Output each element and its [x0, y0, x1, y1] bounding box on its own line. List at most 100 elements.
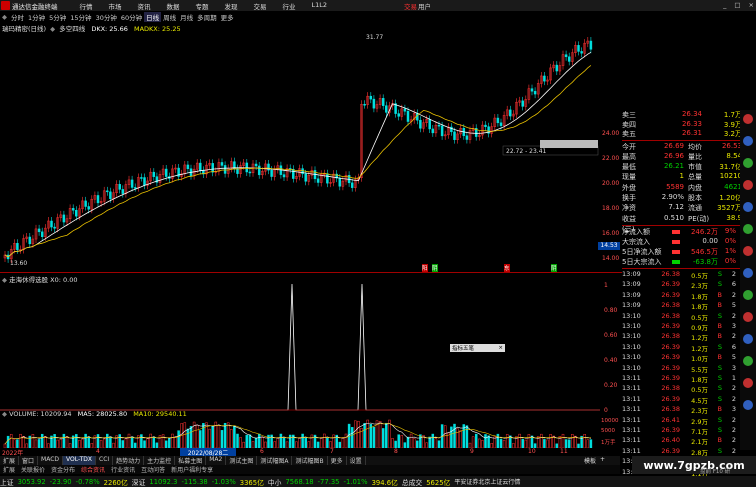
info-tab[interactable]: 行业资讯 — [108, 465, 138, 474]
info-tab[interactable]: 新用户福利专享 — [168, 465, 216, 474]
menu-item[interactable]: 数据 — [159, 1, 188, 11]
period-tab[interactable]: 5分钟 — [47, 12, 68, 22]
signal-marker: 阴 — [551, 264, 557, 272]
toolbar-icon[interactable] — [743, 290, 753, 300]
tick-count: 5 — [731, 353, 736, 362]
menu-item[interactable]: L1L2 — [304, 1, 336, 11]
volume-bar — [124, 438, 128, 448]
candle — [304, 173, 307, 182]
volume-chart[interactable] — [0, 418, 600, 448]
info-tab[interactable]: 资金分布 — [48, 465, 78, 474]
indicator-tab[interactable]: MA2 — [206, 456, 227, 465]
toolbar-icon[interactable] — [743, 180, 753, 190]
period-tab[interactable]: 多周期 — [195, 12, 219, 22]
toolbar-icon[interactable] — [743, 158, 753, 168]
volume-bar — [416, 440, 419, 448]
toolbar-icon[interactable] — [743, 246, 753, 256]
indicator-tab[interactable]: 测试主图 — [226, 456, 258, 465]
info-tab[interactable]: 综合资讯 — [78, 465, 108, 474]
tick-volume: 1.0万 — [691, 355, 708, 364]
toolbar-icon[interactable] — [743, 202, 753, 212]
menu-item[interactable]: 专题 — [188, 1, 217, 11]
period-tab[interactable]: 更多 — [219, 12, 236, 22]
tick-side: S — [717, 415, 722, 424]
indicator-tab[interactable]: 私募主图 — [175, 456, 207, 465]
tick-price: 26.39 — [661, 321, 680, 330]
period-tab[interactable]: 日线 — [144, 12, 162, 22]
tick-volume: 2.9万 — [691, 417, 708, 426]
toolbar-icon[interactable] — [743, 334, 753, 344]
info-tab[interactable]: 关联报价 — [18, 465, 48, 474]
period-tab[interactable]: 分时 — [9, 12, 26, 22]
indicator-tab[interactable]: 测试幅图B — [292, 456, 328, 465]
tick-row: 13:11 26.38 0.5万 S 2 — [622, 384, 742, 394]
indicator-tab[interactable]: VOL-TDX — [63, 456, 96, 465]
volume-bar — [428, 436, 431, 448]
toolbar-icon[interactable] — [743, 400, 753, 410]
user-label[interactable]: 用户 — [418, 1, 431, 11]
index-name[interactable]: 深证 — [132, 477, 146, 487]
maximize-icon[interactable]: □ — [734, 1, 740, 9]
volume-bar — [326, 437, 329, 448]
tick-side: B — [717, 436, 722, 445]
toolbar-icon[interactable] — [743, 312, 753, 322]
toolbar-icon[interactable] — [743, 136, 753, 146]
toolbar-icon[interactable] — [743, 356, 753, 366]
indicator-tab[interactable]: 测试幅图A — [257, 456, 293, 465]
indicator-tab[interactable]: 主力监控 — [144, 456, 176, 465]
trade-menu[interactable]: 交易 — [404, 1, 417, 11]
price-chart[interactable]: 31.77 13.60 22.72 - 23.41 — [0, 30, 600, 270]
close-icon[interactable]: × — [749, 1, 754, 9]
period-settings-icon[interactable]: ◆ — [0, 13, 9, 21]
volume-bar — [223, 422, 227, 448]
menu-item[interactable]: 交易 — [246, 1, 275, 11]
menu-item[interactable]: 资讯 — [130, 1, 159, 11]
indicator-tab[interactable]: 设置 — [347, 456, 366, 465]
tick-count: 2 — [731, 436, 736, 445]
indicator-tab[interactable]: CCI — [96, 456, 114, 465]
period-tab[interactable]: 30分钟 — [94, 12, 119, 22]
template-tab[interactable]: 模板 — [584, 456, 596, 465]
indicator-tab[interactable]: 更多 — [328, 456, 347, 465]
period-tab[interactable]: 60分钟 — [119, 12, 144, 22]
tick-row: 13:11 26.38 2.3万 B 3 — [622, 405, 742, 415]
stat-label: 现量 — [622, 173, 636, 182]
toolbar-icon[interactable] — [743, 114, 753, 124]
signal-chart[interactable] — [0, 282, 600, 412]
info-tab[interactable]: 互动问答 — [138, 465, 168, 474]
volume-bar — [106, 433, 109, 448]
menu-item[interactable]: 市场 — [101, 1, 130, 11]
period-tab[interactable]: 月线 — [178, 12, 195, 22]
stat-label: 外盘 — [622, 183, 636, 192]
menu-item[interactable]: 行情 — [72, 1, 101, 11]
index-name[interactable]: 中小 — [268, 477, 282, 487]
menu-item[interactable]: 发现 — [217, 1, 246, 11]
add-tab-icon[interactable]: + — [600, 456, 605, 465]
toolbar-icon[interactable] — [743, 224, 753, 234]
tick-volume: 0.5万 — [691, 313, 708, 322]
volume-bar — [583, 434, 586, 448]
toolbar-icon[interactable] — [743, 378, 753, 388]
toolbar-icon[interactable] — [743, 268, 753, 278]
period-tab[interactable]: 1分钟 — [26, 12, 47, 22]
index-name[interactable]: 上证 — [0, 477, 14, 487]
menu-item[interactable]: 行业 — [275, 1, 304, 11]
period-tab[interactable]: 15分钟 — [68, 12, 93, 22]
popup-close-icon[interactable]: × — [496, 345, 505, 351]
volume-bar — [406, 436, 410, 448]
volume-value[interactable]: VOLUME: 10209.94 — [9, 410, 72, 418]
period-tab[interactable]: 周线 — [161, 12, 178, 22]
volume-settings-icon[interactable]: ◆ — [2, 410, 7, 418]
candle — [109, 191, 112, 199]
indicator-tab[interactable]: 扩展 — [0, 456, 20, 465]
info-tab[interactable]: 扩展 — [0, 465, 18, 474]
minimize-icon[interactable]: _ — [723, 1, 726, 9]
indicator-tab[interactable]: 窗口 — [19, 456, 39, 465]
indicator-tab[interactable]: 趋势动力 — [113, 456, 145, 465]
tick-volume: 0.5万 — [691, 386, 708, 395]
indicator-popup[interactable]: 指标五笔 × — [450, 344, 505, 352]
tick-price: 26.39 — [661, 290, 680, 299]
candle — [143, 177, 146, 186]
stat-row: 今开 26.69 均价 26.53 — [622, 142, 742, 152]
indicator-tab[interactable]: MACD — [38, 456, 64, 465]
